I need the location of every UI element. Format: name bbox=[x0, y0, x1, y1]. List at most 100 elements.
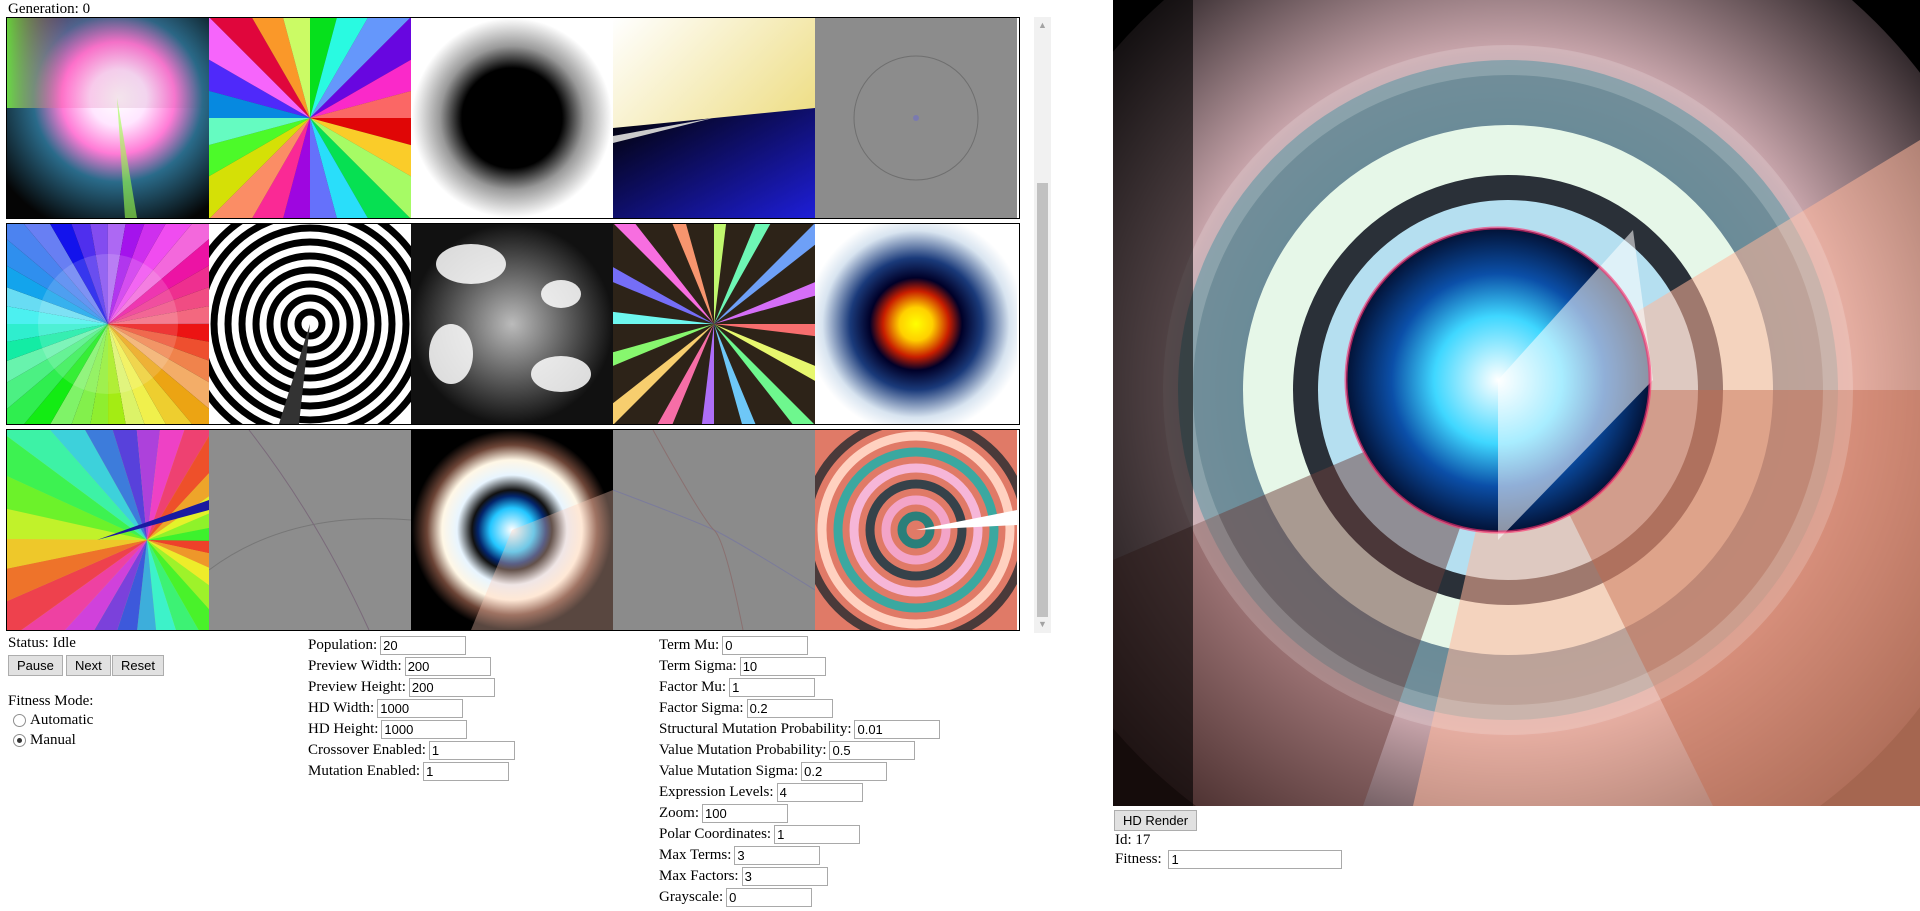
param-label: HD Width: bbox=[308, 700, 375, 716]
status-value: Idle bbox=[52, 635, 76, 651]
param-row: Value Mutation Probability: bbox=[659, 741, 916, 762]
thumbnail-image bbox=[411, 224, 613, 424]
param-label: Preview Width: bbox=[308, 658, 402, 674]
param-label: Zoom: bbox=[659, 805, 699, 821]
param-label: Preview Height: bbox=[308, 679, 406, 695]
param-label: Term Sigma: bbox=[659, 658, 737, 674]
param-label: Polar Coordinates: bbox=[659, 826, 772, 842]
thumbnail-rainbow-rays[interactable] bbox=[209, 18, 411, 218]
param-input[interactable] bbox=[423, 762, 510, 781]
fitness-mode-option-automatic[interactable]: Automatic bbox=[13, 712, 93, 732]
thumbnail-fire-dot[interactable] bbox=[815, 224, 1017, 424]
thumbnail-gray-lines[interactable] bbox=[613, 430, 815, 630]
param-row: Population: bbox=[308, 636, 467, 657]
param-input[interactable] bbox=[741, 867, 828, 886]
next-button[interactable]: Next bbox=[66, 655, 111, 676]
param-row: Mutation Enabled: bbox=[308, 762, 510, 783]
param-row: Value Mutation Sigma: bbox=[659, 762, 888, 783]
param-label: Grayscale: bbox=[659, 889, 724, 905]
thumbnail-row bbox=[6, 17, 1020, 219]
param-input[interactable] bbox=[774, 825, 861, 844]
thumbnail-image bbox=[7, 430, 209, 630]
hd-render-button[interactable]: HD Render bbox=[1114, 810, 1198, 831]
param-input[interactable] bbox=[722, 636, 809, 655]
thumbnail-image bbox=[815, 430, 1017, 630]
param-row: Structural Mutation Probability: bbox=[659, 720, 941, 741]
thumbnail-bw-swirl[interactable] bbox=[411, 224, 613, 424]
generation-label: Generation: 0 bbox=[8, 1, 90, 18]
thumbnail-image bbox=[411, 18, 613, 218]
param-row: Preview Width: bbox=[308, 657, 491, 678]
thumbnail-image bbox=[613, 18, 815, 218]
thumbnail-image bbox=[7, 18, 209, 218]
param-input[interactable] bbox=[746, 699, 833, 718]
param-input[interactable] bbox=[380, 636, 467, 655]
fitness-input[interactable] bbox=[1168, 850, 1343, 869]
param-label: Structural Mutation Probability: bbox=[659, 721, 852, 737]
param-row: Polar Coordinates: bbox=[659, 825, 861, 846]
param-input[interactable] bbox=[408, 678, 495, 697]
thumbnail-row bbox=[6, 223, 1020, 425]
param-label: Factor Sigma: bbox=[659, 700, 744, 716]
scrollbar-thumb[interactable] bbox=[1037, 183, 1048, 617]
param-row: Factor Mu: bbox=[659, 678, 816, 699]
thumbnail-dark-ring[interactable] bbox=[411, 18, 613, 218]
radio-button-icon[interactable] bbox=[13, 714, 26, 728]
param-input[interactable] bbox=[726, 888, 813, 907]
thumbnail-eye-small[interactable] bbox=[411, 430, 613, 630]
thumbnail-gray-swirl[interactable] bbox=[209, 430, 411, 630]
param-label: HD Height: bbox=[308, 721, 379, 737]
param-label: Max Factors: bbox=[659, 868, 739, 884]
radio-button-icon[interactable] bbox=[13, 734, 26, 748]
param-label: Value Mutation Probability: bbox=[659, 742, 827, 758]
thumbnail-image bbox=[209, 224, 411, 424]
generation-text: Generation: bbox=[8, 1, 79, 17]
thumbnail-pink-rings[interactable] bbox=[815, 430, 1017, 630]
scroll-down-arrow-icon[interactable]: ▼ bbox=[1034, 616, 1051, 633]
pause-button[interactable]: Pause bbox=[8, 655, 63, 676]
radio-label: Automatic bbox=[30, 712, 94, 728]
thumbnail-rainbow-spiral[interactable] bbox=[7, 430, 209, 630]
fitness-label: Fitness: bbox=[1115, 851, 1162, 867]
param-label: Term Mu: bbox=[659, 637, 720, 653]
param-input[interactable] bbox=[854, 720, 941, 739]
param-input[interactable] bbox=[729, 678, 816, 697]
param-input[interactable] bbox=[428, 741, 515, 760]
thumbnail-rainbow-glow[interactable] bbox=[7, 18, 209, 218]
fitness-mode-option-manual[interactable]: Manual bbox=[13, 732, 93, 752]
param-input[interactable] bbox=[404, 657, 491, 676]
param-row: Preview Height: bbox=[308, 678, 495, 699]
thumbnail-bw-interference[interactable] bbox=[209, 224, 411, 424]
thumbnail-image bbox=[209, 430, 411, 630]
param-input[interactable] bbox=[734, 846, 821, 865]
param-input[interactable] bbox=[776, 783, 863, 802]
thumbnail-yellow-blue-split[interactable] bbox=[613, 18, 815, 218]
param-label: Mutation Enabled: bbox=[308, 763, 421, 779]
thumbnail-image bbox=[411, 430, 613, 630]
param-input[interactable] bbox=[702, 804, 788, 823]
param-row: Factor Sigma: bbox=[659, 699, 833, 720]
param-input[interactable] bbox=[829, 741, 916, 760]
thumbnail-color-wheel[interactable] bbox=[7, 224, 209, 424]
fitness-mode-options: Automatic Manual bbox=[13, 712, 93, 752]
scroll-up-arrow-icon[interactable]: ▲ bbox=[1034, 17, 1051, 34]
hd-preview-image bbox=[1113, 0, 1920, 806]
id-value: 17 bbox=[1135, 832, 1151, 848]
param-label: Factor Mu: bbox=[659, 679, 727, 695]
param-label: Crossover Enabled: bbox=[308, 742, 426, 758]
grid-scrollbar[interactable]: ▲ ▼ bbox=[1034, 17, 1051, 633]
thumbnail-rainbow-star[interactable] bbox=[613, 224, 815, 424]
thumbnail-gray-noise[interactable] bbox=[815, 18, 1017, 218]
param-label: Expression Levels: bbox=[659, 784, 774, 800]
param-row: Expression Levels: bbox=[659, 783, 863, 804]
thumbnail-image bbox=[613, 224, 815, 424]
reset-button[interactable]: Reset bbox=[112, 655, 164, 676]
param-input[interactable] bbox=[377, 699, 464, 718]
thumbnail-image bbox=[613, 430, 815, 630]
param-row: Max Factors: bbox=[659, 867, 828, 888]
param-input[interactable] bbox=[381, 720, 468, 739]
param-row: HD Height: bbox=[308, 720, 468, 741]
param-input[interactable] bbox=[801, 762, 888, 781]
param-input[interactable] bbox=[739, 657, 826, 676]
fitness-mode-label: Fitness Mode: bbox=[8, 693, 94, 709]
